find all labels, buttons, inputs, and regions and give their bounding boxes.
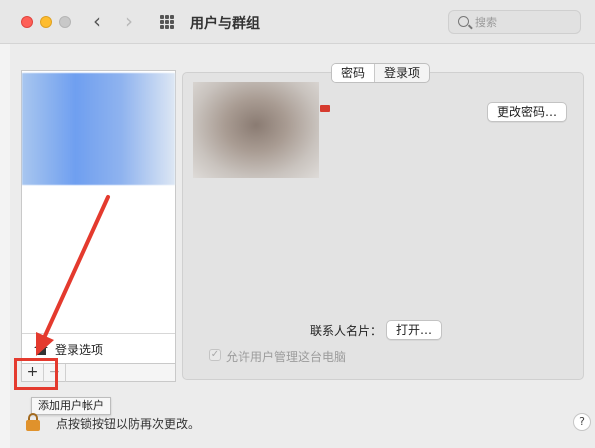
- add-user-tooltip: 添加用户帐户: [31, 397, 111, 415]
- house-icon: [34, 342, 48, 355]
- background-window-edge: [0, 44, 10, 448]
- user-name-mark: [320, 105, 330, 112]
- chevron-left-icon[interactable]: ‹: [93, 11, 101, 31]
- current-user-row[interactable]: [22, 73, 175, 185]
- open-contact-button[interactable]: 打开…: [386, 320, 443, 340]
- lock-instruction: 点按锁按钮以防再次更改。: [56, 417, 201, 431]
- minimize-icon[interactable]: [40, 16, 52, 28]
- search-field[interactable]: [448, 10, 581, 34]
- contact-card-label: 联系人名片：: [310, 324, 383, 338]
- help-button[interactable]: ?: [573, 413, 591, 431]
- tab-password[interactable]: 密码: [332, 64, 375, 82]
- allow-admin-checkbox[interactable]: ✓: [209, 349, 221, 361]
- annotation-highlight-box: [14, 358, 58, 390]
- detail-tabs: 密码 登录项: [331, 63, 431, 83]
- zoom-icon[interactable]: [59, 16, 71, 28]
- title-bar: ‹ › 用户与群组: [0, 0, 595, 44]
- user-list[interactable]: 登录选项 + −: [21, 70, 176, 382]
- close-icon[interactable]: [21, 16, 33, 28]
- search-icon: [458, 16, 469, 27]
- avatar[interactable]: [193, 82, 319, 178]
- grid-icon[interactable]: [160, 15, 174, 29]
- window-title: 用户与群组: [190, 16, 260, 32]
- tab-login-items[interactable]: 登录项: [374, 64, 429, 82]
- lock-icon[interactable]: [26, 413, 40, 431]
- users-groups-window: ‹ › 用户与群组 登录选项 + − 密码 登录项 更改密码… 联系人名片：: [0, 0, 595, 448]
- change-password-button[interactable]: 更改密码…: [487, 102, 568, 122]
- allow-admin-label: 允许用户管理这台电脑: [226, 350, 347, 364]
- login-options-label: 登录选项: [55, 343, 104, 357]
- search-input[interactable]: [475, 14, 575, 30]
- chevron-right-icon[interactable]: ›: [125, 11, 133, 31]
